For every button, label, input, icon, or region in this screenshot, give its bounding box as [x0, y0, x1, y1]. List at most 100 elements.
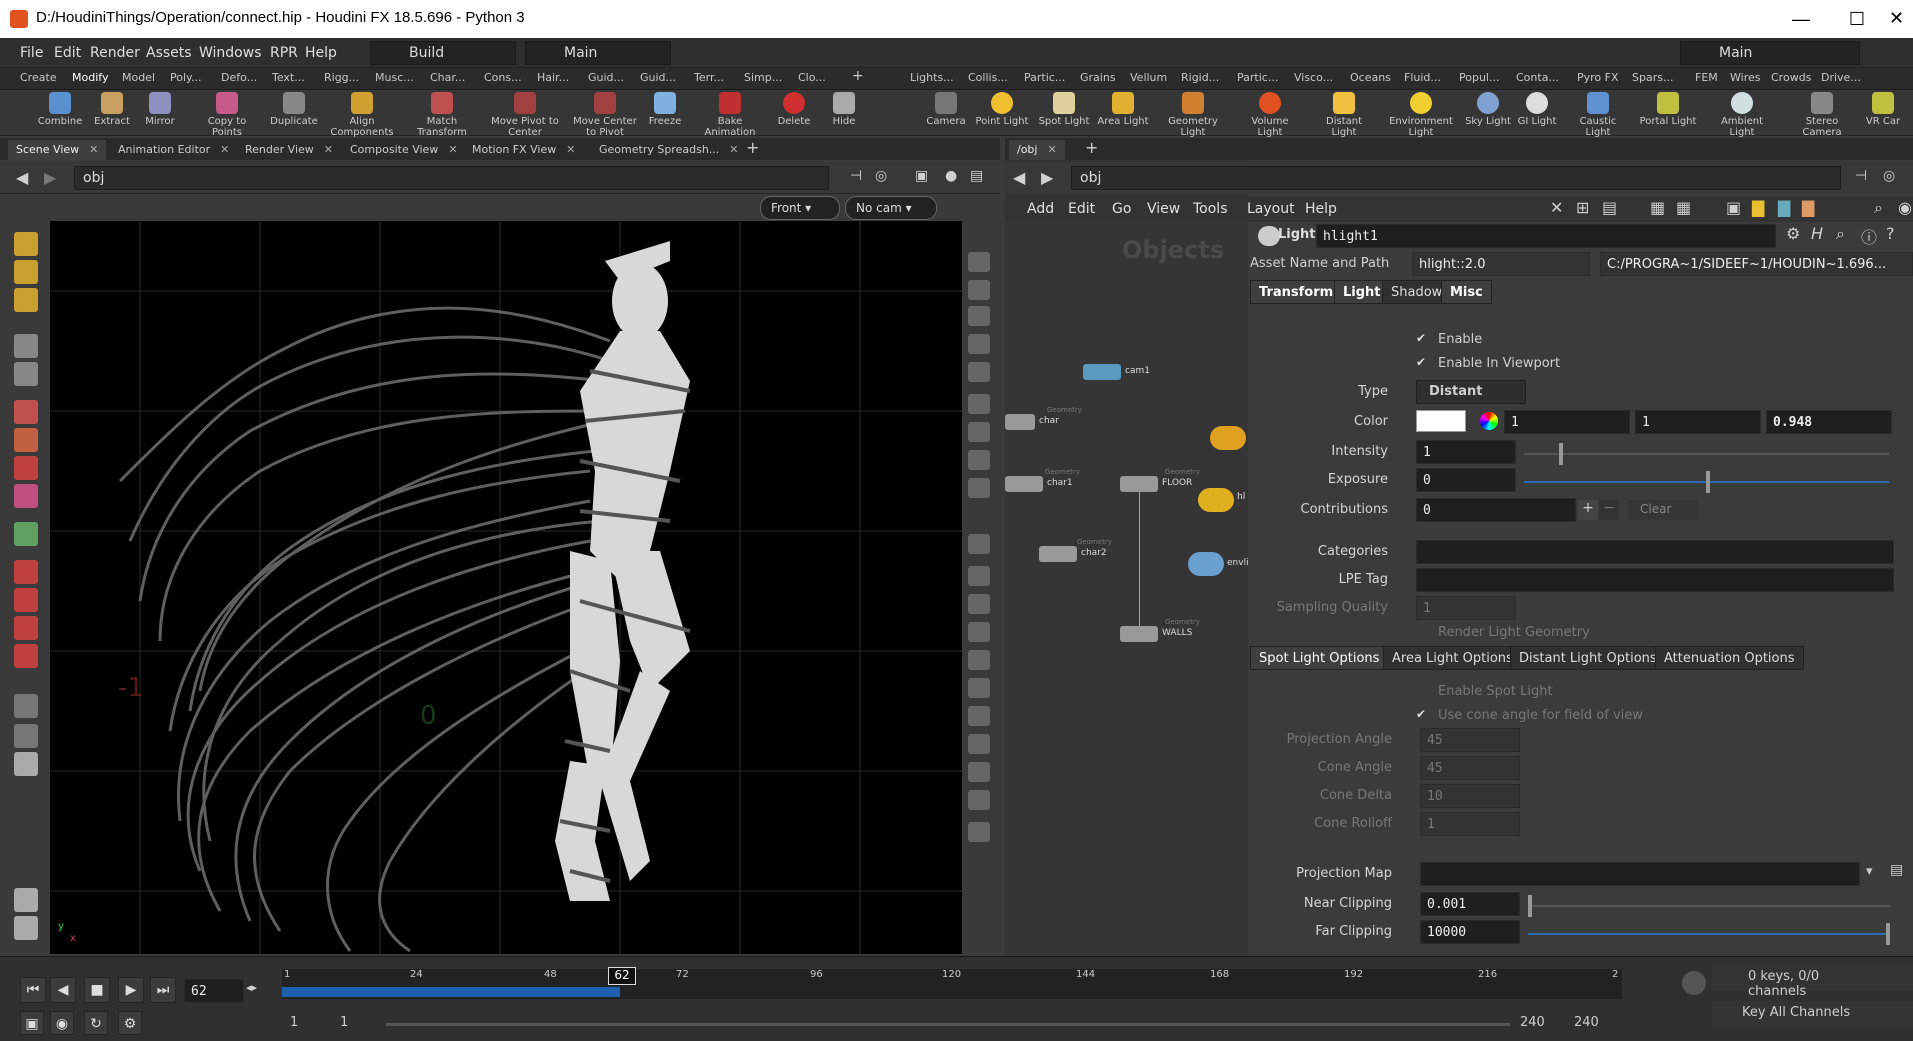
- shadow-icon[interactable]: [968, 450, 990, 470]
- shelf-tab-fem[interactable]: FEM: [1695, 71, 1718, 84]
- shelf-tab-guid2[interactable]: Guid...: [640, 71, 676, 84]
- snapshot-icon[interactable]: [968, 822, 990, 842]
- enable-spot-checkbox[interactable]: [1416, 684, 1429, 697]
- shelf-tab-poly[interactable]: Poly...: [170, 71, 201, 84]
- node-envlight[interactable]: [1188, 552, 1224, 576]
- ghost-icon[interactable]: [968, 280, 990, 300]
- tab-obj[interactable]: /obj ✕: [1009, 140, 1065, 160]
- background-icon[interactable]: [968, 478, 990, 498]
- color-wheel-icon[interactable]: [1480, 412, 1498, 430]
- tool-match-transform[interactable]: Match Transform: [410, 92, 474, 138]
- far-clipping-slider[interactable]: [1528, 923, 1890, 945]
- pin-icon[interactable]: ⊣: [850, 168, 862, 184]
- pointer-icon[interactable]: [14, 334, 38, 358]
- tool-move-center-to-pivot[interactable]: Move Center to Pivot: [570, 92, 640, 138]
- render-region-icon[interactable]: [14, 724, 38, 748]
- node-name-field[interactable]: hlight1: [1316, 224, 1776, 248]
- shelf-tab-partic2[interactable]: Partic...: [1237, 71, 1278, 84]
- menu-file[interactable]: File: [20, 45, 43, 61]
- pose-icon[interactable]: [14, 362, 38, 386]
- layout-icon[interactable]: ▤: [970, 168, 983, 184]
- scale-tool-icon[interactable]: [14, 428, 38, 452]
- remove-contribution-button[interactable]: −: [1599, 500, 1619, 520]
- tool-ambient-light[interactable]: Ambient Light: [1710, 92, 1774, 138]
- shelf-tab-crowds[interactable]: Crowds: [1771, 71, 1811, 84]
- shelf-tab-char[interactable]: Char...: [430, 71, 465, 84]
- net-menu-tools[interactable]: Tools: [1193, 201, 1228, 217]
- node-walls[interactable]: [1120, 626, 1158, 642]
- intensity-slider-handle[interactable]: [1559, 443, 1563, 465]
- vertex-icon[interactable]: [968, 650, 990, 670]
- far-clipping-field[interactable]: 10000: [1420, 920, 1520, 944]
- link-icon[interactable]: ◎: [875, 168, 887, 184]
- net-menu-view[interactable]: View: [1147, 201, 1180, 217]
- shelf-tab-conta[interactable]: Conta...: [1516, 71, 1559, 84]
- desktop-selector[interactable]: Build: [370, 41, 516, 65]
- range-slider[interactable]: [386, 1023, 1510, 1026]
- file-chooser-icon[interactable]: ▤: [1890, 862, 1903, 878]
- info-icon[interactable]: ⓘ: [1861, 224, 1877, 248]
- range-end-field[interactable]: 240: [1520, 1015, 1545, 1030]
- node-floor[interactable]: [1120, 476, 1158, 492]
- layers-icon[interactable]: [14, 888, 38, 912]
- close-tab-icon[interactable]: ✕: [566, 143, 575, 156]
- tool-spot-light[interactable]: Spot Light: [1032, 92, 1096, 127]
- grid-icon[interactable]: ▦: [1650, 198, 1665, 217]
- node-char[interactable]: [1005, 414, 1035, 430]
- intensity-field[interactable]: 1: [1416, 440, 1516, 464]
- tool-camera[interactable]: Camera: [914, 92, 978, 127]
- lock-icon[interactable]: [968, 306, 990, 326]
- magnet-icon[interactable]: [14, 644, 38, 668]
- far-clipping-handle[interactable]: [1886, 923, 1890, 945]
- enable-viewport-checkbox[interactable]: ✔: [1416, 356, 1429, 369]
- tab-composite-view[interactable]: Composite View ✕: [342, 140, 466, 160]
- tool-hide[interactable]: Hide: [812, 92, 876, 127]
- tool-duplicate[interactable]: Duplicate: [262, 92, 326, 127]
- tree-icon[interactable]: ⊞: [1576, 198, 1589, 217]
- prim-number-icon[interactable]: [968, 622, 990, 642]
- shelf-tab-grains[interactable]: Grains: [1080, 71, 1116, 84]
- step-back-button[interactable]: ◀: [50, 977, 76, 1003]
- headlight-icon[interactable]: [968, 422, 990, 442]
- tool-freeze[interactable]: Freeze: [633, 92, 697, 127]
- tab-geometry-spreadsheet[interactable]: Geometry Spreadsh... ✕: [591, 140, 747, 160]
- node-char1[interactable]: [1005, 476, 1043, 492]
- tab-scene-view[interactable]: Scene View ✕: [8, 140, 107, 160]
- loop-icon[interactable]: ↻: [84, 1011, 108, 1035]
- visualizer-icon[interactable]: [968, 362, 990, 382]
- exposure-slider-handle[interactable]: [1706, 471, 1710, 493]
- text-display-icon[interactable]: [968, 790, 990, 810]
- current-frame-field[interactable]: 62: [184, 979, 244, 1003]
- shelf-tab-musc[interactable]: Musc...: [375, 71, 414, 84]
- lpe-tag-field[interactable]: [1416, 568, 1894, 592]
- hull-icon[interactable]: [968, 706, 990, 726]
- vector-icon[interactable]: [968, 734, 990, 754]
- timeline-track[interactable]: 1 24 48 72 96 120 144 168 192 216 2 62: [282, 967, 1622, 999]
- range-start-field[interactable]: 1: [290, 1015, 298, 1030]
- attribute-icon[interactable]: [968, 762, 990, 782]
- shelf-tab-modify[interactable]: Modify: [72, 71, 108, 84]
- cone-delta-field[interactable]: 10: [1420, 784, 1520, 808]
- shelf-tab-popul[interactable]: Popul...: [1459, 71, 1499, 84]
- contributions-field[interactable]: 0: [1416, 498, 1576, 522]
- range-end-field-2[interactable]: 240: [1574, 1015, 1599, 1030]
- network-path-field[interactable]: obj: [1071, 166, 1841, 190]
- exposure-slider[interactable]: [1524, 471, 1889, 493]
- net-back-arrow-icon[interactable]: ◀: [1013, 168, 1025, 187]
- net-menu-layout[interactable]: Layout: [1247, 201, 1295, 217]
- tab-misc[interactable]: Misc: [1441, 280, 1492, 304]
- cone-angle-field[interactable]: 45: [1420, 756, 1520, 780]
- shelf-tab-lights[interactable]: Lights...: [910, 71, 954, 84]
- persp-icon[interactable]: [14, 916, 38, 940]
- net-link-icon[interactable]: ◎: [1883, 168, 1895, 184]
- grid-snap-icon[interactable]: [14, 560, 38, 584]
- dot-icon[interactable]: ▇: [1802, 198, 1814, 217]
- forward-arrow-icon[interactable]: ▶: [44, 168, 56, 187]
- shelf-tab-cons[interactable]: Cons...: [484, 71, 522, 84]
- color-swatch[interactable]: [1416, 410, 1466, 432]
- tool-portal-light[interactable]: Portal Light: [1636, 92, 1700, 127]
- shelf-tab-vellum[interactable]: Vellum: [1130, 71, 1167, 84]
- tool-stereo-camera[interactable]: Stereo Camera: [1790, 92, 1854, 138]
- close-button[interactable]: ✕: [1880, 0, 1913, 38]
- color-r-field[interactable]: 1: [1504, 410, 1630, 434]
